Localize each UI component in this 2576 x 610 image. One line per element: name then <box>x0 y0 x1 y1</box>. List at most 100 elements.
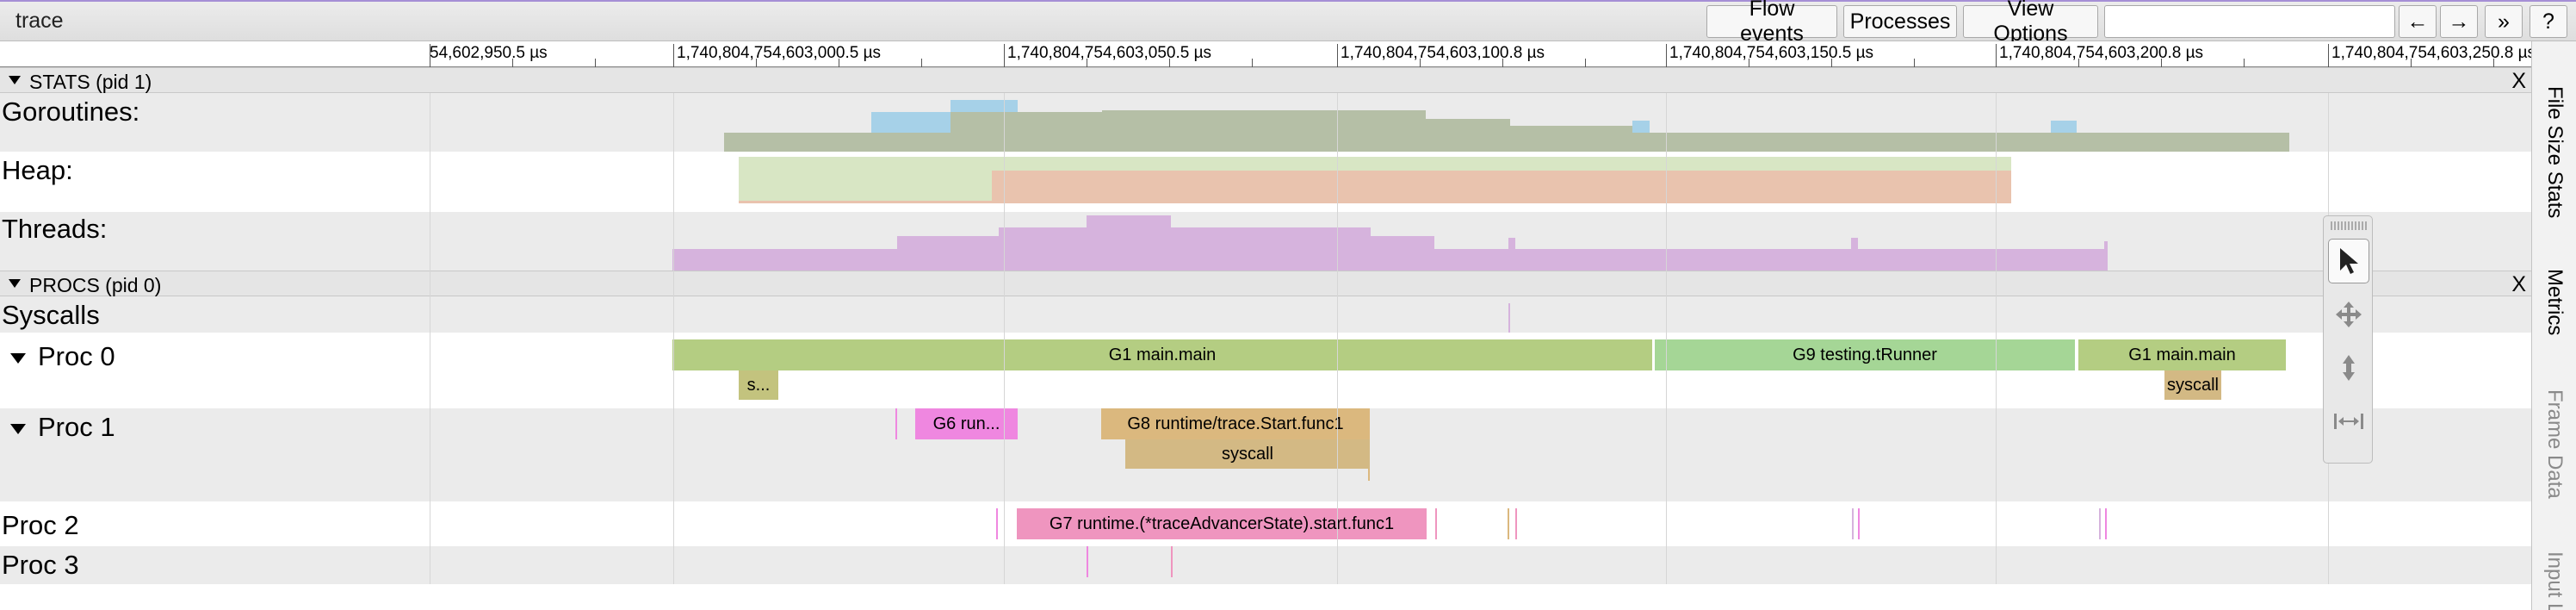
more-button[interactable]: » <box>2485 5 2523 38</box>
side-tab-frame-data[interactable]: Frame Data <box>2542 389 2567 499</box>
syscalls-label: Syscalls <box>2 300 100 330</box>
proc2-track[interactable]: Proc 2 G7 runtime.(*traceAdvancerState).… <box>0 501 2531 546</box>
ruler-minor-tick <box>2161 59 2162 67</box>
ruler-tick <box>1004 44 1005 67</box>
side-tab-input-latency[interactable]: Input L <box>2542 551 2567 610</box>
ruler-minor-tick <box>1831 59 1832 67</box>
slice-marker[interactable] <box>1515 508 1517 539</box>
slice-g1-main[interactable]: G1 main.main <box>2078 339 2286 370</box>
ruler-tick <box>673 44 674 67</box>
procs-section-header[interactable]: PROCS (pid 0) X <box>0 271 2531 296</box>
slice-marker[interactable] <box>895 408 897 439</box>
stats-section-title: STATS (pid 1) <box>29 71 152 93</box>
proc1-label[interactable]: Proc 1 <box>2 412 115 443</box>
ruler-minor-tick <box>512 59 513 67</box>
select-tool-button[interactable] <box>2328 239 2369 283</box>
goroutines-counter-area <box>724 133 2289 152</box>
slice-marker[interactable] <box>1508 508 1509 539</box>
ruler-tick <box>2328 44 2329 67</box>
expand-triangle-icon[interactable] <box>10 423 26 434</box>
slice-syscall[interactable]: syscall <box>1125 439 1370 469</box>
close-stats-button[interactable]: X <box>2511 69 2526 94</box>
heap-track[interactable]: Heap: <box>0 152 2531 212</box>
slice-marker[interactable] <box>1171 546 1173 577</box>
palette-drag-handle[interactable] <box>2331 221 2367 230</box>
ruler-minor-tick <box>1914 59 1915 67</box>
slice-syscall[interactable]: s... <box>739 370 778 400</box>
timing-range-icon <box>2334 414 2363 429</box>
prev-result-button[interactable]: ← <box>2399 5 2437 38</box>
proc3-label[interactable]: Proc 3 <box>2 550 79 581</box>
slice-g8-trace-start[interactable]: G8 runtime/trace.Start.func1 <box>1101 408 1370 439</box>
ruler-minor-tick <box>756 59 757 67</box>
procs-section-title: PROCS (pid 0) <box>29 274 162 296</box>
search-input[interactable] <box>2104 5 2395 38</box>
ruler-minor-tick <box>1420 59 1421 67</box>
ruler-minor-tick <box>1502 59 1503 67</box>
track-label-area: Proc 3 <box>0 546 430 584</box>
proc1-track[interactable]: Proc 1 G6 run... G8 runtime/trace.Start.… <box>0 408 2531 501</box>
zoom-tool-button[interactable] <box>2328 345 2369 390</box>
syscall-marker[interactable] <box>1508 303 1510 333</box>
move-arrows-icon <box>2336 302 2362 327</box>
stats-section-header[interactable]: STATS (pid 1) X <box>0 67 2531 93</box>
collapse-triangle-icon[interactable] <box>9 279 21 288</box>
view-options-button[interactable]: View Options <box>1963 0 2098 46</box>
slice-g6-run[interactable]: G6 run... <box>915 408 1018 439</box>
ruler-minor-tick <box>595 59 596 67</box>
flow-events-button[interactable]: Flow events <box>1706 0 1837 46</box>
ruler-tick <box>1337 44 1338 67</box>
syscalls-track[interactable]: Syscalls <box>0 296 2531 333</box>
heap-counter-chart[interactable] <box>0 152 2531 212</box>
ruler-tick <box>1666 44 1667 67</box>
next-result-button[interactable]: → <box>2440 5 2478 38</box>
threads-counter-chart[interactable] <box>0 212 2531 271</box>
side-tab-file-size-stats[interactable]: File Size Stats <box>2542 86 2567 218</box>
time-ruler[interactable]: 54,602,950.5 µs 1,740,804,754,603,000.5 … <box>0 41 2536 67</box>
collapse-triangle-icon[interactable] <box>9 76 21 84</box>
proc2-label[interactable]: Proc 2 <box>2 510 79 541</box>
slice-marker[interactable] <box>1858 508 1860 539</box>
help-button[interactable]: ? <box>2530 5 2567 38</box>
slice-marker[interactable] <box>1368 469 1370 481</box>
ruler-minor-tick <box>921 59 922 67</box>
slice-g9-trunner[interactable]: G9 testing.tRunner <box>1655 339 2075 370</box>
ruler-label: 1,740,804,754,603,250.8 µs <box>2331 44 2536 62</box>
ruler-minor-tick <box>1169 59 1170 67</box>
slice-g1-main[interactable]: G1 main.main <box>672 339 1652 370</box>
top-toolbar: trace Flow events Processes View Options… <box>0 0 2576 46</box>
threads-track[interactable]: Threads: <box>0 212 2531 271</box>
timing-tool-button[interactable] <box>2328 399 2369 444</box>
cursor-arrow-icon <box>2340 248 2358 274</box>
goroutines-track[interactable]: Goroutines: <box>0 93 2531 152</box>
slice-marker[interactable] <box>1435 508 1437 539</box>
slice-marker[interactable] <box>996 508 998 539</box>
track-label-area: Proc 0 <box>0 333 430 408</box>
threads-counter-area <box>672 215 2108 271</box>
slice-marker[interactable] <box>1852 508 1854 539</box>
slice-marker[interactable] <box>2105 508 2107 539</box>
zoom-vertical-icon <box>2343 355 2355 381</box>
slice-marker[interactable] <box>1087 546 1088 577</box>
proc1-label-text: Proc 1 <box>38 412 115 442</box>
close-procs-button[interactable]: X <box>2511 272 2526 297</box>
side-tab-metrics[interactable]: Metrics <box>2542 269 2567 335</box>
proc3-track[interactable]: Proc 3 <box>0 546 2531 584</box>
goroutines-counter-area <box>1632 121 1650 133</box>
slice-marker[interactable] <box>2099 508 2101 539</box>
goroutines-counter-chart[interactable] <box>0 93 2531 152</box>
ruler-minor-tick <box>2078 59 2079 67</box>
ruler-label: 1,740,804,754,603,000.5 µs <box>677 44 882 62</box>
pan-tool-button[interactable] <box>2328 292 2369 337</box>
slice-g7-trace-advancer[interactable]: G7 runtime.(*traceAdvancerState).start.f… <box>1017 508 1427 539</box>
heap-counter-area <box>992 171 2011 203</box>
proc0-label[interactable]: Proc 0 <box>2 341 115 372</box>
expand-triangle-icon[interactable] <box>10 352 26 364</box>
ruler-minor-tick <box>2493 59 2494 67</box>
track-label-area: Proc 2 <box>0 501 430 546</box>
tool-palette[interactable] <box>2323 215 2373 464</box>
ruler-label: 54,602,950.5 µs <box>430 44 548 62</box>
proc0-track[interactable]: Proc 0 G1 main.main G9 testing.tRunner G… <box>0 333 2531 408</box>
processes-button[interactable]: Processes <box>1843 5 1957 38</box>
slice-syscall[interactable]: syscall <box>2164 370 2221 400</box>
